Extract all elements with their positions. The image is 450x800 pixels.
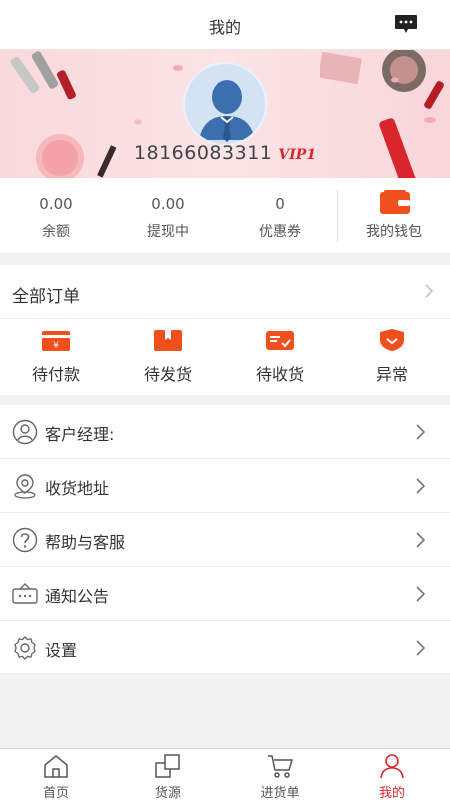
balance-value: 0.00 xyxy=(39,195,73,213)
source-icon xyxy=(155,754,180,778)
location-pin-icon xyxy=(14,474,36,499)
tab-home[interactable]: 首页 xyxy=(0,749,112,800)
wallet-yen-icon: ¥ xyxy=(42,331,70,351)
menu-item-help[interactable]: 帮助与客服 xyxy=(0,513,450,567)
chevron-right-icon xyxy=(416,640,426,656)
all-orders-row[interactable]: 全部订单 xyxy=(0,265,450,319)
svg-text:¥: ¥ xyxy=(53,341,59,351)
menu-item-settings[interactable]: 设置 xyxy=(0,621,450,675)
my-wallet-label: 我的钱包 xyxy=(366,224,422,240)
menu-item-label: 通知公告 xyxy=(45,587,110,606)
coupon-value: 0 xyxy=(275,195,285,213)
chevron-right-icon xyxy=(416,478,426,494)
menu-item-notices[interactable]: 通知公告 xyxy=(0,567,450,621)
abnormal-label: 异常 xyxy=(375,365,408,384)
withdrawing-stat[interactable]: 0.00 提现中 xyxy=(112,178,224,254)
pending-payment-button[interactable]: ¥ 待付款 xyxy=(0,323,112,391)
all-orders-label: 全部订单 xyxy=(12,287,80,307)
phone-number: 18166083311 xyxy=(133,142,273,164)
tab-label: 我的 xyxy=(378,786,405,800)
tab-label: 进货单 xyxy=(260,786,300,800)
gear-icon xyxy=(14,636,36,660)
pending-payment-label: 待付款 xyxy=(31,365,80,384)
chevron-right-icon xyxy=(425,284,434,298)
help-circle-icon xyxy=(12,527,38,553)
tab-source[interactable]: 货源 xyxy=(112,749,224,800)
bottom-tab-bar: 首页 货源 进货单 我的 xyxy=(0,748,450,800)
user-icon xyxy=(380,754,404,779)
pending-receipt-button[interactable]: 待收货 xyxy=(224,323,336,391)
home-icon xyxy=(44,755,68,778)
notice-icon xyxy=(12,583,38,604)
pending-receipt-label: 待收货 xyxy=(255,365,304,384)
menu-item-label: 帮助与客服 xyxy=(45,533,126,552)
tab-cart[interactable]: 进货单 xyxy=(224,749,336,800)
chevron-right-icon xyxy=(416,424,426,440)
vip-badge: VIP1 xyxy=(278,147,317,163)
coupon-label: 优惠券 xyxy=(259,224,301,240)
profile-banner: 18166083311 VIP1 xyxy=(0,50,450,178)
balance-stat[interactable]: 0.00 余额 xyxy=(0,178,112,254)
phone-row: 18166083311 VIP1 xyxy=(0,142,450,164)
abnormal-button[interactable]: 异常 xyxy=(336,323,448,391)
withdrawing-label: 提现中 xyxy=(147,224,189,240)
cart-icon xyxy=(268,755,293,778)
settings-menu: 客户经理: 收货地址 帮助与客服 通知公告 设置 xyxy=(0,405,450,673)
pending-shipment-button[interactable]: 待发货 xyxy=(112,323,224,391)
top-header: 我的 xyxy=(0,0,450,50)
page-title: 我的 xyxy=(208,18,241,37)
default-user-icon xyxy=(185,64,265,144)
menu-item-address[interactable]: 收货地址 xyxy=(0,459,450,513)
tab-mine[interactable]: 我的 xyxy=(336,749,448,800)
menu-item-label: 客户经理: xyxy=(45,425,115,444)
pending-shipment-label: 待发货 xyxy=(143,365,192,384)
withdrawing-value: 0.00 xyxy=(151,195,185,213)
message-icon[interactable] xyxy=(394,14,418,34)
my-wallet-button[interactable]: 我的钱包 xyxy=(338,178,450,254)
coupon-stat[interactable]: 0 优惠券 xyxy=(224,178,336,254)
menu-item-account-manager[interactable]: 客户经理: xyxy=(0,405,450,459)
balance-label: 余额 xyxy=(42,224,70,240)
user-circle-icon xyxy=(12,419,38,445)
tab-label: 首页 xyxy=(42,786,69,800)
tab-label: 货源 xyxy=(154,786,181,800)
orders-section: 全部订单 ¥ 待付款 待发货 待收货 异常 xyxy=(0,265,450,395)
account-stats: 0.00 余额 0.00 提现中 0 优惠券 我的钱包 xyxy=(0,178,450,254)
chevron-right-icon xyxy=(416,586,426,602)
wallet-icon xyxy=(380,190,410,214)
chevron-right-icon xyxy=(416,532,426,548)
box-icon xyxy=(154,330,182,351)
avatar[interactable] xyxy=(183,62,267,146)
menu-item-label: 收货地址 xyxy=(45,479,110,498)
shield-alert-icon xyxy=(380,329,404,351)
menu-item-label: 设置 xyxy=(45,641,78,660)
truck-check-icon xyxy=(266,331,294,350)
